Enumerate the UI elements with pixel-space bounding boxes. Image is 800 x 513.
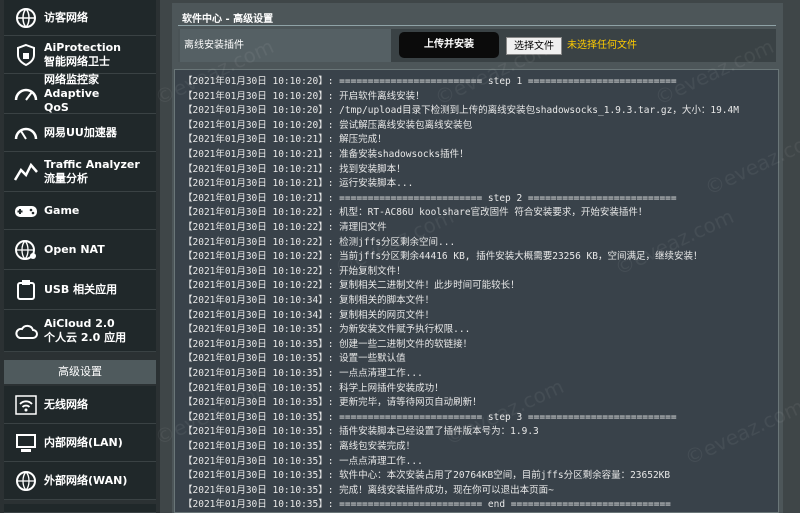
sidebar-item-game[interactable]: Game [4, 192, 156, 230]
log-line: 【2021年01月30日 10:10:20】: /tmp/upload目录下检测… [183, 105, 739, 117]
log-line: 【2021年01月30日 10:10:35】: ================… [183, 411, 677, 423]
log-line: 【2021年01月30日 10:10:21】: 运行安装脚本... [183, 178, 414, 190]
offline-install-label: 离线安装插件 [180, 29, 392, 62]
sidebar-item-label: 无线网络 [44, 397, 88, 411]
log-line: 【2021年01月30日 10:10:34】: 复制相关的网页文件！ [183, 309, 435, 321]
chart-line-icon [13, 160, 39, 184]
sidebar-item-sublabel: 流量分析 [44, 171, 88, 185]
log-line: 【2021年01月30日 10:10:35】: 完成！离线安装插件成功，现在你可… [183, 484, 554, 496]
globe-icon [13, 238, 39, 262]
sidebar-item-aicloud[interactable]: AiCloud 2.0 个人云 2.0 应用 [4, 310, 156, 352]
upload-install-button[interactable]: 上传并安装 [399, 32, 499, 58]
shield-icon [13, 43, 39, 67]
log-line: 【2021年01月30日 10:10:21】: 准备安装shadowsocks插… [183, 149, 469, 160]
log-line: 【2021年01月30日 10:10:22】: 复制相关二进制文件！此步时间可能… [183, 280, 520, 292]
sidebar-item-label: 网易UU加速器 [44, 125, 117, 139]
sidebar-item-uu-accelerator[interactable]: 网易UU加速器 [4, 114, 156, 152]
sidebar-item-label: 内部网络(LAN) [44, 435, 123, 449]
sidebar-item-label: USB 相关应用 [44, 282, 118, 296]
log-line: 【2021年01月30日 10:10:22】: 清理旧文件 [183, 222, 387, 233]
sidebar-item-guest-network[interactable]: 访客网络 [4, 0, 156, 36]
log-line: 【2021年01月30日 10:10:21】: ================… [183, 192, 677, 204]
log-line: 【2021年01月30日 10:10:20】: 尝试解压离线安装包离线安装包 [183, 119, 473, 131]
sidebar-item-label: AiProtection [44, 40, 121, 54]
gamepad-icon [13, 199, 39, 223]
sidebar-item-traffic-analyzer[interactable]: Traffic Analyzer 流量分析 [4, 152, 156, 192]
log-line: 【2021年01月30日 10:10:35】: 创建一些二进制文件的软链接！ [183, 338, 473, 350]
sidebar-item-sublabel: QoS [44, 100, 69, 114]
usb-icon [13, 278, 39, 302]
sidebar-item-adaptive-qos[interactable]: 网络监控家 Adaptive QoS [4, 72, 156, 114]
sidebar-item-wireless[interactable]: 无线网络 [4, 386, 156, 424]
sidebar-item-open-nat[interactable]: Open NAT [4, 230, 156, 270]
cloud-icon [13, 319, 39, 343]
speedometer-icon [13, 121, 39, 145]
advanced-settings-header: 高级设置 [4, 360, 156, 384]
file-status-text: 未选择任何文件 [567, 40, 637, 51]
log-line: 【2021年01月30日 10:10:35】: 科学上网插件安装成功！ [183, 382, 444, 394]
log-line: 【2021年01月30日 10:10:35】: 离线包安装完成！ [183, 441, 416, 452]
gauge-icon [13, 82, 39, 106]
wifi-icon [13, 393, 39, 417]
sidebar-item-label: 外部网络(WAN) [44, 473, 128, 487]
log-line: 【2021年01月30日 10:10:22】: 开始复制文件！ [183, 265, 406, 277]
sidebar-item-sublabel: 智能网络卫士 [44, 54, 110, 68]
lan-icon [13, 431, 39, 455]
sidebar-item-wan[interactable]: 外部网络(WAN) [4, 462, 156, 500]
title-divider [178, 25, 776, 26]
sidebar-item-label: 网络监控家 Adaptive [44, 72, 100, 100]
log-line: 【2021年01月30日 10:10:21】: 解压完成！ [183, 134, 387, 146]
log-line: 【2021年01月30日 10:10:35】: 为新安装文件赋予执行权限... [183, 324, 471, 336]
sidebar-item-lan[interactable]: 内部网络(LAN) [4, 424, 156, 462]
sidebar-item-sublabel: 个人云 2.0 应用 [44, 330, 127, 344]
log-line: 【2021年01月30日 10:10:20】: ================… [183, 76, 677, 87]
log-line: 【2021年01月30日 10:10:34】: 复制相关的脚本文件！ [183, 295, 435, 306]
wan-globe-icon [13, 469, 39, 493]
sidebar-item-label: AiCloud 2.0 [44, 316, 115, 330]
sidebar-item-partial[interactable] [4, 504, 156, 513]
log-line: 【2021年01月30日 10:10:35】: 设置一些默认值 [183, 353, 406, 365]
sidebar-item-aiprotection[interactable]: AiProtection 智能网络卫士 [4, 36, 156, 74]
log-line: 【2021年01月30日 10:10:35】: ================… [183, 499, 671, 511]
sidebar-item-label: Open NAT [44, 242, 105, 256]
sidebar-item-label: Traffic Analyzer [44, 157, 140, 171]
log-line: 【2021年01月30日 10:10:35】: 一点点清理工作... [183, 455, 423, 467]
sidebar-item-usb[interactable]: USB 相关应用 [4, 270, 156, 310]
log-line: 【2021年01月30日 10:10:35】: 软件中心：本次安装占用了2076… [183, 470, 671, 482]
sidebar: 访客网络 AiProtection 智能网络卫士 网络监控家 Adaptive … [0, 0, 160, 513]
log-line: 【2021年01月30日 10:10:21】: 找到安装脚本！ [183, 163, 406, 175]
sidebar-item-label: 访客网络 [44, 10, 88, 24]
page-title: 软件中心 - 高级设置 [182, 14, 274, 25]
sidebar-item-label: Game [44, 203, 80, 217]
log-line: 【2021年01月30日 10:10:35】: 一点点清理工作... [183, 368, 423, 379]
log-line: 【2021年01月30日 10:10:20】: 开启软件离线安装！ [183, 90, 425, 102]
guest-network-icon [13, 6, 39, 30]
